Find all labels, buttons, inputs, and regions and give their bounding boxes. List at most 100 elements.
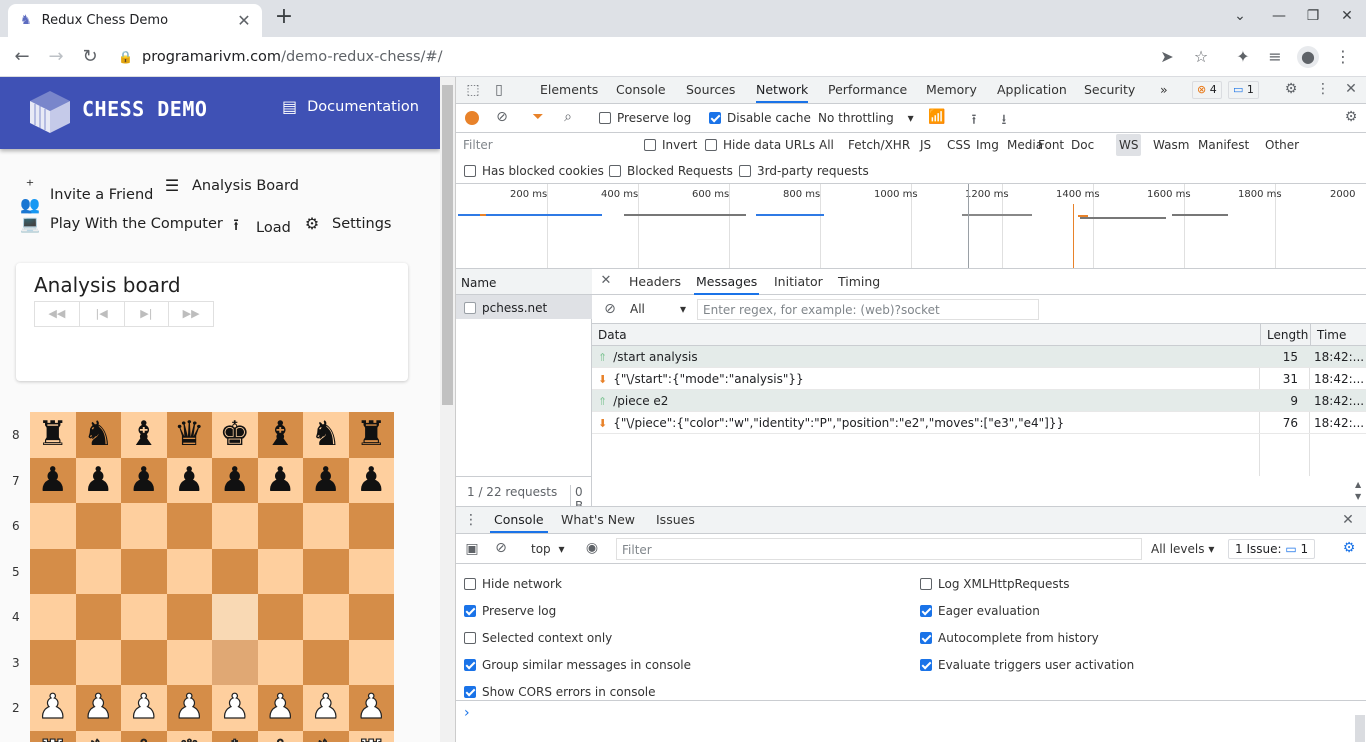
details-tab-timing[interactable]: Timing [836,269,882,295]
board-square[interactable]: ♟ [75,685,121,731]
window-close-icon[interactable]: ✕ [1332,8,1362,24]
request-row[interactable]: pchess.net [456,295,592,319]
context-select[interactable]: top ▾ [531,542,565,556]
board-square[interactable] [30,639,76,685]
console-setting-checkbox[interactable]: Group similar messages in console [464,658,691,672]
console-setting-checkbox[interactable]: Log XMLHttpRequests [920,577,1070,591]
board-square[interactable]: ♗ [257,730,303,742]
console-setting-checkbox[interactable]: Hide network [464,577,562,591]
inspect-icon[interactable]: ⬚ [464,82,482,98]
chess-piece-icon[interactable]: ♛ [174,414,204,454]
load-button[interactable]: ⭱ Load [226,214,291,241]
invert-checkbox[interactable]: Invert [644,138,697,152]
drawer-tab-issues[interactable]: Issues [652,507,699,533]
page-scroll-thumb[interactable] [442,85,453,405]
chess-piece-icon[interactable]: ♟ [173,686,205,727]
board-square[interactable]: ♜ [30,412,76,458]
profile-avatar-icon[interactable]: ● [1297,46,1319,68]
board-square[interactable] [257,548,303,594]
board-square[interactable]: ♝ [121,412,167,458]
board-square[interactable]: ♟ [75,457,121,503]
board-square[interactable] [257,503,303,549]
browser-menu-icon[interactable]: ⋮ [1332,46,1354,68]
board-square[interactable] [303,503,349,549]
chess-piece-icon[interactable]: ♟ [83,460,113,500]
chess-piece-icon[interactable]: ♟ [220,460,250,500]
reading-list-icon[interactable]: ≡ [1264,46,1286,68]
blocked-cookies-checkbox[interactable]: Has blocked cookies [464,164,604,178]
message-regex-input[interactable]: Enter regex, for example: (web)?socket [697,299,1039,320]
export-har-icon[interactable]: ⭳ [996,109,1012,133]
eye-icon[interactable]: ◉ [583,540,601,556]
blocked-requests-checkbox[interactable]: Blocked Requests [609,164,733,178]
board-square[interactable]: ♕ [166,730,212,742]
console-setting-checkbox[interactable]: Selected context only [464,631,612,645]
board-square[interactable] [75,503,121,549]
board-square[interactable] [303,639,349,685]
board-square[interactable]: ♛ [166,412,212,458]
message-row[interactable]: ⬇ {"\/start":{"mode":"analysis"}} 31 18:42:… [592,368,1366,390]
board-square[interactable]: ♜ [348,412,394,458]
console-setting-checkbox[interactable]: Eager evaluation [920,604,1040,618]
network-overview-timeline[interactable]: 200 ms 400 ms 600 ms 800 ms 1000 ms 1200 ms 14… [456,184,1366,269]
forward-icon[interactable]: → [44,45,68,69]
network-settings-icon[interactable]: ⚙ [1342,109,1360,125]
chess-piece-icon[interactable]: ♟ [264,686,296,727]
address-bar[interactable]: 🔒 programarivm.com/demo-redux-chess/#/ [118,42,1118,72]
type-filter-img[interactable]: Img [973,134,1002,156]
board-square[interactable] [257,639,303,685]
drawer-tab-whatsnew[interactable]: What's New [557,507,639,533]
board-square[interactable]: ♖ [348,730,394,742]
tab-search-icon[interactable]: ⌄ [1225,8,1255,24]
data-column-header[interactable]: Data [598,328,627,342]
messages-badge[interactable]: ▭ 1 [1228,81,1259,99]
tab-security[interactable]: Security [1084,77,1135,103]
board-square[interactable] [348,548,394,594]
board-square[interactable]: ♟ [257,457,303,503]
chess-piece-icon[interactable]: ♖ [355,732,387,742]
board-square[interactable] [257,594,303,640]
tab-console[interactable]: Console [616,77,666,103]
filter-icon[interactable]: ⏷ [530,109,546,125]
type-filter-fetchxhr[interactable]: Fetch/XHR [845,134,913,156]
clear-console-icon[interactable]: ⊘ [493,540,509,556]
type-filter-ws[interactable]: WS [1116,134,1142,156]
chess-piece-icon[interactable]: ♜ [356,414,386,454]
tab-sources[interactable]: Sources [686,77,735,103]
chess-piece-icon[interactable]: ♜ [38,414,68,454]
board-square[interactable]: ♗ [121,730,167,742]
board-square[interactable]: ♖ [30,730,76,742]
chess-piece-icon[interactable]: ♝ [129,414,159,454]
board-square[interactable] [75,639,121,685]
minimize-icon[interactable]: — [1264,8,1294,24]
record-icon[interactable] [465,111,479,125]
more-tabs-icon[interactable]: » [1160,77,1168,103]
chess-piece-icon[interactable]: ♟ [219,686,251,727]
board-square[interactable]: ♝ [257,412,303,458]
type-filter-font[interactable]: Font [1035,134,1067,156]
close-drawer-icon[interactable]: ✕ [1340,512,1356,528]
board-square[interactable] [212,503,258,549]
chess-piece-icon[interactable]: ♟ [37,686,69,727]
close-details-icon[interactable]: ✕ [599,273,613,288]
devtools-menu-icon[interactable]: ⋮ [1314,81,1332,97]
board-square[interactable]: ♔ [212,730,258,742]
messages-scrollbar[interactable]: ▲ ▼ [1355,476,1366,506]
chess-piece-icon[interactable]: ♟ [128,686,160,727]
chess-piece-icon[interactable]: ♟ [174,460,204,500]
chess-piece-icon[interactable]: ♟ [129,460,159,500]
tab-application[interactable]: Application [997,77,1067,103]
board-square[interactable] [212,639,258,685]
back-icon[interactable]: ← [10,45,34,69]
chess-piece-icon[interactable]: ♟ [356,460,386,500]
chess-piece-icon[interactable]: ♞ [311,414,341,454]
board-square[interactable] [75,594,121,640]
type-filter-all[interactable]: All [816,134,837,156]
log-levels-select[interactable]: All levels ▾ [1151,542,1214,556]
chess-piece-icon[interactable]: ♟ [265,460,295,500]
details-tab-headers[interactable]: Headers [627,269,683,295]
bookmark-star-icon[interactable]: ☆ [1190,46,1212,68]
board-square[interactable] [75,548,121,594]
type-filter-wasm[interactable]: Wasm [1150,134,1192,156]
send-icon[interactable]: ➤ [1156,46,1178,68]
